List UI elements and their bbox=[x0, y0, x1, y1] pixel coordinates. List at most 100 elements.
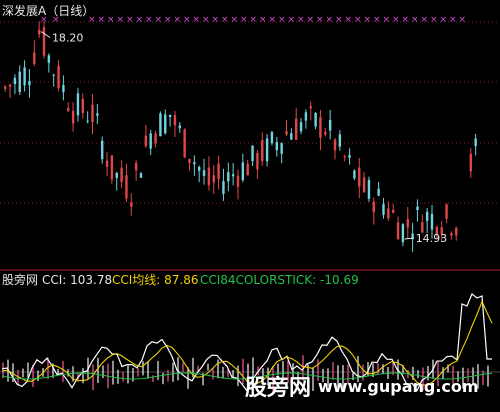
candle-body bbox=[42, 27, 46, 56]
top-marker: × bbox=[231, 15, 239, 25]
candle-body bbox=[183, 129, 186, 158]
annotation-arrow bbox=[40, 31, 51, 38]
candle-body bbox=[71, 110, 75, 124]
top-marker: × bbox=[430, 15, 438, 25]
candle-body bbox=[57, 65, 60, 89]
top-marker: × bbox=[316, 15, 324, 25]
top-marker: × bbox=[250, 15, 258, 25]
candle-body bbox=[358, 167, 361, 187]
candle-body bbox=[382, 204, 385, 215]
main-chart-title: 深发展A（日线） bbox=[2, 3, 94, 18]
top-marker: × bbox=[411, 15, 419, 25]
candle-body bbox=[86, 120, 89, 122]
candle-body bbox=[401, 224, 405, 243]
candle-body bbox=[406, 219, 409, 228]
top-marker: × bbox=[164, 15, 172, 25]
candle-body bbox=[261, 139, 264, 162]
candle-body bbox=[96, 113, 99, 116]
candle-body bbox=[134, 163, 138, 171]
candle-body bbox=[290, 133, 293, 140]
candle-body bbox=[33, 52, 36, 64]
candle-body bbox=[159, 113, 162, 137]
top-marker: × bbox=[107, 15, 115, 25]
top-marker: × bbox=[136, 15, 144, 25]
candle-body bbox=[178, 125, 181, 129]
candle-body bbox=[222, 181, 225, 194]
candle-body bbox=[343, 156, 346, 158]
top-marker: × bbox=[212, 15, 220, 25]
candle-body bbox=[333, 139, 337, 151]
candle-body bbox=[130, 202, 133, 207]
candle-body bbox=[304, 112, 308, 121]
candle-body bbox=[139, 173, 143, 178]
top-marker: × bbox=[449, 15, 457, 25]
candle-body bbox=[324, 131, 327, 135]
candle-body bbox=[328, 119, 332, 131]
candle-body bbox=[285, 131, 288, 135]
top-marker: × bbox=[259, 15, 267, 25]
candle-body bbox=[270, 132, 274, 144]
top-marker: × bbox=[98, 15, 106, 25]
top-marker: × bbox=[202, 15, 210, 25]
candle-body bbox=[202, 170, 206, 176]
top-marker: × bbox=[335, 15, 343, 25]
candle-body bbox=[314, 112, 317, 127]
top-marker: × bbox=[288, 15, 296, 25]
candle-body bbox=[455, 227, 458, 236]
candle-body bbox=[149, 133, 152, 149]
candle-body bbox=[421, 222, 424, 233]
candle-body bbox=[241, 162, 245, 181]
candle-body bbox=[120, 167, 123, 183]
candle-body bbox=[445, 204, 448, 219]
candle-body bbox=[353, 170, 356, 179]
candle-body bbox=[265, 138, 269, 162]
candle-body bbox=[188, 158, 191, 164]
candle-body bbox=[168, 114, 172, 118]
top-marker: × bbox=[373, 15, 381, 25]
candle-body bbox=[18, 71, 21, 92]
candle-body bbox=[231, 174, 235, 177]
candle-body bbox=[251, 145, 254, 162]
candle-body bbox=[125, 175, 128, 199]
top-marker: × bbox=[297, 15, 305, 25]
candle-body bbox=[392, 209, 395, 213]
top-marker: × bbox=[354, 15, 362, 25]
candlestick-series bbox=[4, 21, 477, 252]
candle-body bbox=[236, 175, 240, 187]
candle-body bbox=[416, 206, 419, 210]
candle-body bbox=[430, 213, 434, 230]
candle-body bbox=[101, 140, 104, 160]
cci-ma-value-label: CCI均线: 87.86 bbox=[112, 273, 199, 287]
top-marker: × bbox=[155, 15, 163, 25]
candle-body bbox=[207, 167, 211, 186]
top-marker: × bbox=[307, 15, 315, 25]
top-marker: × bbox=[183, 15, 191, 25]
top-marker: × bbox=[345, 15, 353, 25]
high-price-label: 18.20 bbox=[52, 32, 83, 45]
candle-body bbox=[76, 93, 80, 116]
top-marker: × bbox=[383, 15, 391, 25]
candle-body bbox=[81, 99, 84, 113]
watermark-cn: 股旁网 bbox=[245, 375, 311, 401]
colorstick-value-label: CCI84COLORSTICK: -10.69 bbox=[200, 273, 359, 287]
candle-body bbox=[299, 122, 303, 132]
top-marker: × bbox=[240, 15, 248, 25]
candle-body bbox=[338, 134, 342, 147]
candle-body bbox=[367, 179, 371, 199]
cci-value-label: CCI: 103.78 bbox=[42, 273, 112, 287]
top-marker: × bbox=[440, 15, 448, 25]
candle-body bbox=[62, 85, 65, 93]
top-marker: × bbox=[221, 15, 229, 25]
candle-body bbox=[110, 155, 114, 180]
candle-body bbox=[387, 208, 390, 219]
candle-body bbox=[227, 172, 230, 182]
top-marker: × bbox=[278, 15, 286, 25]
top-marker: × bbox=[117, 15, 125, 25]
top-marker: × bbox=[421, 15, 429, 25]
candle-body bbox=[23, 67, 26, 86]
candle-body bbox=[8, 84, 12, 87]
candle-body bbox=[295, 118, 298, 140]
candle-body bbox=[47, 55, 51, 63]
candle-body bbox=[37, 29, 41, 35]
top-marker: × bbox=[459, 15, 467, 25]
